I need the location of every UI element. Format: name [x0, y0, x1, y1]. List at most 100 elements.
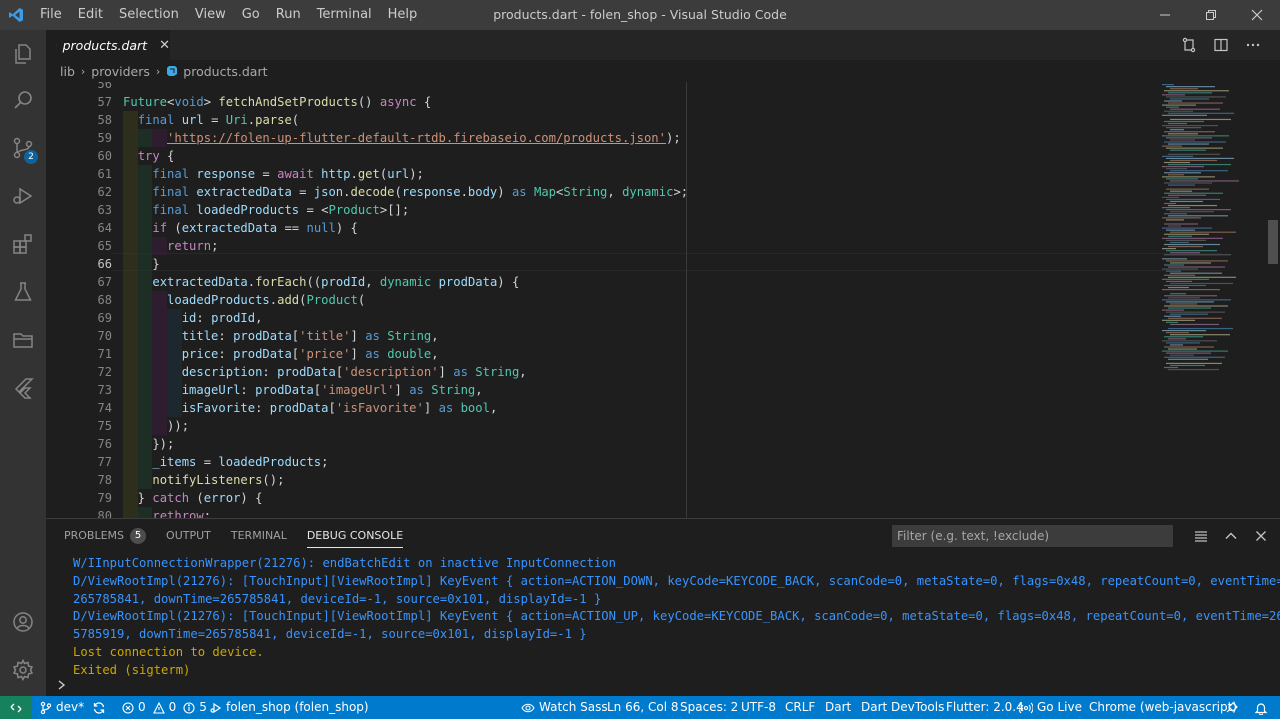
- code-line[interactable]: imageUrl: prodData['imageUrl'] as String…: [123, 381, 483, 399]
- minimap-line: [1166, 178, 1198, 180]
- code-line[interactable]: 'https://folen-up-flutter-default-rtdb.f…: [123, 129, 681, 147]
- split-editor-icon[interactable]: [1210, 34, 1232, 56]
- manage-gear-icon[interactable]: [0, 646, 46, 694]
- tab-terminal[interactable]: TERMINAL: [231, 519, 287, 553]
- cursor-position-status[interactable]: Ln 66, Col 8: [607, 696, 679, 719]
- minimap-line: [1168, 122, 1187, 125]
- menu-go[interactable]: Go: [234, 0, 268, 30]
- remote-indicator-icon[interactable]: [0, 696, 32, 719]
- flutter-icon[interactable]: [0, 364, 46, 412]
- breadcrumb-providers[interactable]: providers: [91, 64, 150, 79]
- close-tab-icon[interactable]: ✕: [159, 38, 170, 53]
- minimap[interactable]: [1160, 82, 1270, 518]
- code-line[interactable]: final url = Uri.parse(: [123, 111, 299, 129]
- debug-launch-icon: [210, 702, 222, 713]
- line-number: 60: [97, 149, 112, 163]
- code-line[interactable]: try {: [123, 147, 175, 165]
- menu-file[interactable]: File: [32, 0, 70, 30]
- problems-status[interactable]: 0 0 5: [122, 696, 207, 719]
- code-line[interactable]: return;: [123, 237, 218, 255]
- code-line[interactable]: title: prodData['title'] as String,: [123, 327, 439, 345]
- watch-sass-status[interactable]: Watch Sass: [521, 696, 608, 719]
- accounts-icon[interactable]: [0, 598, 46, 646]
- feedback-icon[interactable]: [1225, 696, 1239, 719]
- tab-output[interactable]: OUTPUT: [166, 519, 211, 553]
- code-line[interactable]: loadedProducts.add(Product(: [123, 291, 365, 309]
- language-mode-status[interactable]: Dart: [825, 696, 851, 719]
- line-number: 72: [97, 365, 112, 379]
- menu-edit[interactable]: Edit: [70, 0, 111, 30]
- code-line[interactable]: final extractedData = json.decode(respon…: [123, 183, 688, 201]
- tab-products-dart[interactable]: products.dart ✕: [46, 30, 170, 60]
- close-window-button[interactable]: [1234, 0, 1280, 30]
- minimap-line: [1168, 368, 1219, 371]
- indentation-status[interactable]: Spaces: 2: [680, 696, 738, 719]
- tab-problems[interactable]: PROBLEMS 5: [64, 519, 147, 553]
- flutter-version-status[interactable]: Flutter: 2.0.4: [946, 696, 1024, 719]
- open-changes-icon[interactable]: [1178, 34, 1200, 56]
- minimap-line: [1162, 350, 1228, 352]
- maximize-panel-icon[interactable]: [1222, 527, 1240, 545]
- menu-run[interactable]: Run: [268, 0, 309, 30]
- code-line[interactable]: isFavorite: prodData['isFavorite'] as bo…: [123, 399, 498, 417]
- extensions-icon[interactable]: [0, 220, 46, 268]
- console-input-prompt[interactable]: [56, 679, 72, 695]
- code-line[interactable]: if (extractedData == null) {: [123, 219, 358, 237]
- code-line[interactable]: final loadedProducts = <Product>[];: [123, 201, 409, 219]
- code-line[interactable]: });: [123, 435, 174, 453]
- code-line[interactable]: } catch (error) {: [123, 489, 263, 507]
- menu-help[interactable]: Help: [380, 0, 426, 30]
- breadcrumb-lib[interactable]: lib: [60, 64, 75, 79]
- warning-icon: [152, 701, 165, 714]
- search-icon[interactable]: [0, 76, 46, 124]
- minimap-line: [1170, 200, 1203, 203]
- breadcrumb-file[interactable]: products.dart: [183, 64, 267, 79]
- code-line[interactable]: final response = await http.get(url);: [123, 165, 424, 183]
- minimize-button[interactable]: [1142, 0, 1188, 30]
- minimap-line: [1170, 170, 1228, 172]
- code-editor[interactable]: 56 57 58 59 60 61 62 63 64 65 66 67 68 69 70 71 72 73 74 75…: [46, 82, 1280, 518]
- menu-terminal[interactable]: Terminal: [309, 0, 380, 30]
- go-live-status[interactable]: Go Live: [1019, 696, 1082, 719]
- launch-config-status[interactable]: folen_shop (folen_shop): [210, 696, 369, 719]
- code-line[interactable]: _items = loadedProducts;: [123, 453, 328, 471]
- line-number: 76: [97, 437, 112, 451]
- explorer-icon[interactable]: [0, 30, 46, 78]
- restore-button[interactable]: [1188, 0, 1234, 30]
- close-panel-icon[interactable]: [1252, 527, 1270, 545]
- menu-selection[interactable]: Selection: [111, 0, 187, 30]
- eol-status[interactable]: CRLF: [785, 696, 815, 719]
- code-line[interactable]: id: prodId,: [123, 309, 263, 327]
- editor-scrollbar-thumb[interactable]: [1268, 220, 1278, 264]
- window-controls: [1142, 0, 1280, 30]
- menu-view[interactable]: View: [187, 0, 234, 30]
- console-filter-input[interactable]: Filter (e.g. text, !exclude): [892, 525, 1173, 547]
- line-number: 73: [97, 383, 112, 397]
- source-control-icon[interactable]: 2: [0, 124, 46, 172]
- testing-icon[interactable]: [0, 268, 46, 316]
- minimap-line: [1162, 125, 1218, 127]
- minimap-line: [1168, 133, 1198, 135]
- code-line[interactable]: rethrow;: [123, 507, 211, 518]
- code-lines[interactable]: Future<void> fetchAndSetProducts() async…: [123, 82, 1203, 518]
- clear-console-icon[interactable]: [1192, 527, 1210, 545]
- code-line[interactable]: description: prodData['description'] as …: [123, 363, 527, 381]
- minimap-line: [1166, 301, 1214, 303]
- device-status[interactable]: Chrome (web-javascript): [1089, 696, 1237, 719]
- code-line[interactable]: extractedData.forEach((prodId, dynamic p…: [123, 273, 519, 291]
- sync-icon[interactable]: [92, 696, 106, 719]
- branch-status[interactable]: dev*: [40, 696, 84, 719]
- remote-explorer-icon[interactable]: [0, 316, 46, 364]
- code-line[interactable]: notifyListeners();: [123, 471, 284, 489]
- code-line[interactable]: price: prodData['price'] as double,: [123, 345, 439, 363]
- notifications-bell-icon[interactable]: [1254, 696, 1268, 719]
- code-line[interactable]: ));: [123, 417, 189, 435]
- encoding-status[interactable]: UTF-8: [741, 696, 776, 719]
- line-number: 66: [97, 257, 112, 271]
- code-line[interactable]: Future<void> fetchAndSetProducts() async…: [123, 93, 431, 111]
- code-line[interactable]: }: [123, 255, 159, 273]
- more-actions-icon[interactable]: [1242, 34, 1264, 56]
- tab-debug-console[interactable]: DEBUG CONSOLE: [306, 519, 404, 553]
- dart-devtools-status[interactable]: Dart DevTools: [861, 696, 944, 719]
- run-debug-icon[interactable]: [0, 172, 46, 220]
